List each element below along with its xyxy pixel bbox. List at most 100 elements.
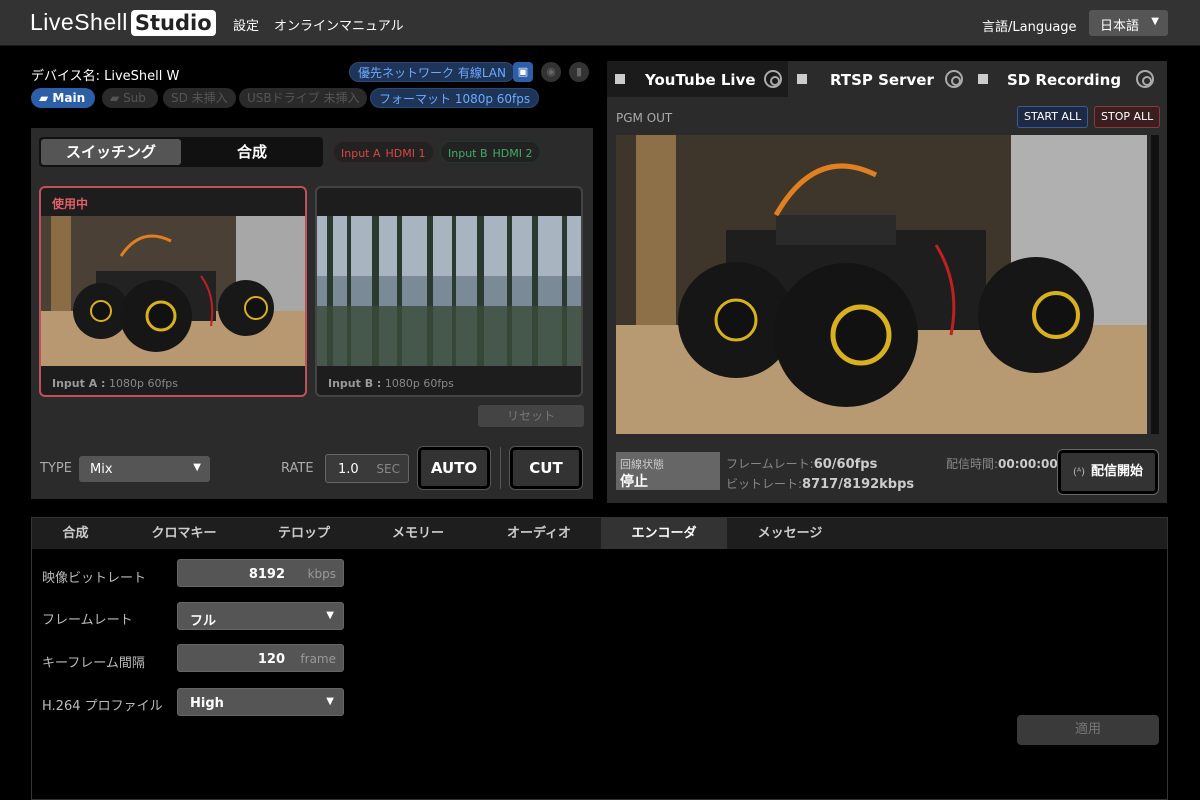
tab-chromakey[interactable]: クロマキー <box>119 518 249 549</box>
go-live-button[interactable]: (ᴬ) 配信開始 <box>1058 450 1158 494</box>
input-b-badge[interactable]: Input B HDMI 2 <box>440 141 541 163</box>
framerate-stat: フレームレート:60/60fps <box>726 455 877 472</box>
tab-message[interactable]: メッセージ <box>727 518 853 549</box>
framerate-select[interactable]: フル ▼ <box>177 602 344 630</box>
format-badge: フォーマット 1080p 60fps <box>370 88 540 108</box>
line-state-box: 回線状態 停止 <box>616 452 720 490</box>
tab-label: SD Recording <box>1007 71 1122 89</box>
framerate-value: フル <box>190 614 217 629</box>
video-bitrate-input[interactable]: 8192 kbps <box>177 559 344 587</box>
bitrate-stat-value: 8717/8192kbps <box>802 477 915 492</box>
sd-badge: SD 未挿入 <box>163 88 236 108</box>
apply-button[interactable]: 適用 <box>1017 715 1159 745</box>
settings-link[interactable]: 設定 <box>233 15 259 34</box>
checkbox-icon[interactable] <box>797 74 807 84</box>
network-badge: 優先ネットワーク 有線LAN <box>349 62 515 82</box>
type-select[interactable]: Mix ▼ <box>79 456 210 482</box>
tab-label: RTSP Server <box>830 71 934 89</box>
video-bitrate-value: 8192 <box>248 567 285 582</box>
input-a-badge[interactable]: Input A HDMI 1 <box>333 141 434 163</box>
tab-sd-recording[interactable]: SD Recording <box>970 61 1160 97</box>
tab-memory[interactable]: メモリー <box>359 518 477 549</box>
stream-time-label: 配信時間: <box>946 457 999 471</box>
video-bitrate-label: 映像ビットレート <box>42 571 147 586</box>
stop-all-button[interactable]: STOP ALL <box>1094 106 1161 128</box>
line-state-label: 回線状態 <box>620 458 664 471</box>
tab-rtsp-server[interactable]: RTSP Server <box>789 61 969 97</box>
divider <box>500 447 501 489</box>
chevron-down-icon: ▼ <box>326 610 334 621</box>
checkbox-icon[interactable] <box>615 74 625 84</box>
main-label: Main <box>52 91 86 105</box>
stream-time-value: 00:00:00 <box>998 457 1058 471</box>
framerate-stat-label: フレームレート: <box>726 457 814 471</box>
chevron-down-icon: ▼ <box>1151 16 1159 27</box>
usb-badge: USBドライブ 未挿入 <box>239 88 368 108</box>
mode-compose-button[interactable]: 合成 <box>183 139 321 165</box>
language-label: 言語/Language <box>982 20 1077 35</box>
input-a-caption-name: Input A : <box>52 377 106 390</box>
keyframe-unit: frame <box>300 652 336 666</box>
input-a-preview <box>41 216 305 366</box>
input-b-caption: Input B : 1080p 60fps <box>328 377 454 390</box>
language-select[interactable]: 日本語 ▼ <box>1089 10 1168 36</box>
input-a-card[interactable]: 使用中 Input A : 1080p 60fps <box>39 186 307 397</box>
tab-compose[interactable]: 合成 <box>32 518 119 549</box>
input-b-card[interactable]: Input B : 1080p 60fps <box>315 186 583 397</box>
profile-select[interactable]: High ▼ <box>177 688 344 716</box>
tab-youtube-live[interactable]: YouTube Live <box>607 61 788 97</box>
gear-icon[interactable] <box>764 70 782 88</box>
wired-lan-icon: ▣ <box>513 62 533 82</box>
cellular-icon: ▮ <box>569 62 589 82</box>
rate-unit: SEC <box>376 462 400 476</box>
tab-telop[interactable]: テロップ <box>249 518 359 549</box>
rate-value: 1.0 <box>338 462 359 477</box>
auto-button[interactable]: AUTO <box>418 447 490 489</box>
input-a-caption: Input A : 1080p 60fps <box>52 377 178 390</box>
tab-label: YouTube Live <box>645 71 756 89</box>
input-b-label: Input B <box>448 147 488 160</box>
program-preview <box>616 135 1147 434</box>
mode-toggle: スイッチング 合成 <box>39 137 323 167</box>
mode-switching-button[interactable]: スイッチング <box>41 139 181 165</box>
input-a-label: Input A <box>341 147 381 160</box>
gear-icon[interactable] <box>1136 70 1154 88</box>
sub-badge: ▰ Sub <box>102 88 158 108</box>
device-name: デバイス名: LiveShell W <box>31 69 180 84</box>
profile-label: H.264 プロファイル <box>42 699 163 714</box>
preview-scrollbar <box>1151 135 1159 434</box>
profile-value: High <box>190 696 224 711</box>
bitrate-stat: ビットレート:8717/8192kbps <box>726 475 914 492</box>
input-b-caption-format: 1080p 60fps <box>384 377 454 390</box>
sub-label: Sub <box>123 91 146 105</box>
tab-audio[interactable]: オーディオ <box>477 518 601 549</box>
settings-panel: 合成 クロマキー テロップ メモリー オーディオ エンコーダ メッセージ 映像ビ… <box>31 517 1168 800</box>
camera-icon: ▰ <box>39 91 49 105</box>
in-use-tag: 使用中 <box>52 197 89 211</box>
type-label: TYPE <box>40 461 72 476</box>
start-all-button[interactable]: START ALL <box>1017 106 1089 128</box>
logo-box: Studio <box>130 9 216 36</box>
type-value: Mix <box>90 462 113 477</box>
broadcast-icon: (ᴬ) <box>1072 467 1086 478</box>
rate-label: RATE <box>281 461 314 476</box>
chevron-down-icon: ▼ <box>326 696 334 707</box>
go-live-label: 配信開始 <box>1091 464 1144 479</box>
wifi-icon: ◉ <box>541 62 561 82</box>
rate-input[interactable]: 1.0 SEC <box>325 454 409 483</box>
reset-button[interactable]: リセット <box>478 405 584 427</box>
input-b-preview <box>317 216 581 366</box>
checkbox-icon[interactable] <box>978 74 988 84</box>
manual-link[interactable]: オンラインマニュアル <box>274 15 404 34</box>
switcher-panel: スイッチング 合成 Input A HDMI 1 Input B HDMI 2 使用… <box>31 128 593 499</box>
input-b-caption-name: Input B : <box>328 377 382 390</box>
framerate-stat-value: 60/60fps <box>813 457 878 472</box>
bitrate-stat-label: ビットレート: <box>726 477 803 491</box>
cut-button[interactable]: CUT <box>510 447 582 489</box>
gear-icon[interactable] <box>945 70 963 88</box>
tab-encoder[interactable]: エンコーダ <box>601 518 727 549</box>
keyframe-input[interactable]: 120 frame <box>177 644 344 672</box>
line-state-value: 停止 <box>620 474 648 490</box>
app-logo: LiveShell Studio <box>30 9 216 36</box>
language-value: 日本語 <box>1100 19 1140 34</box>
